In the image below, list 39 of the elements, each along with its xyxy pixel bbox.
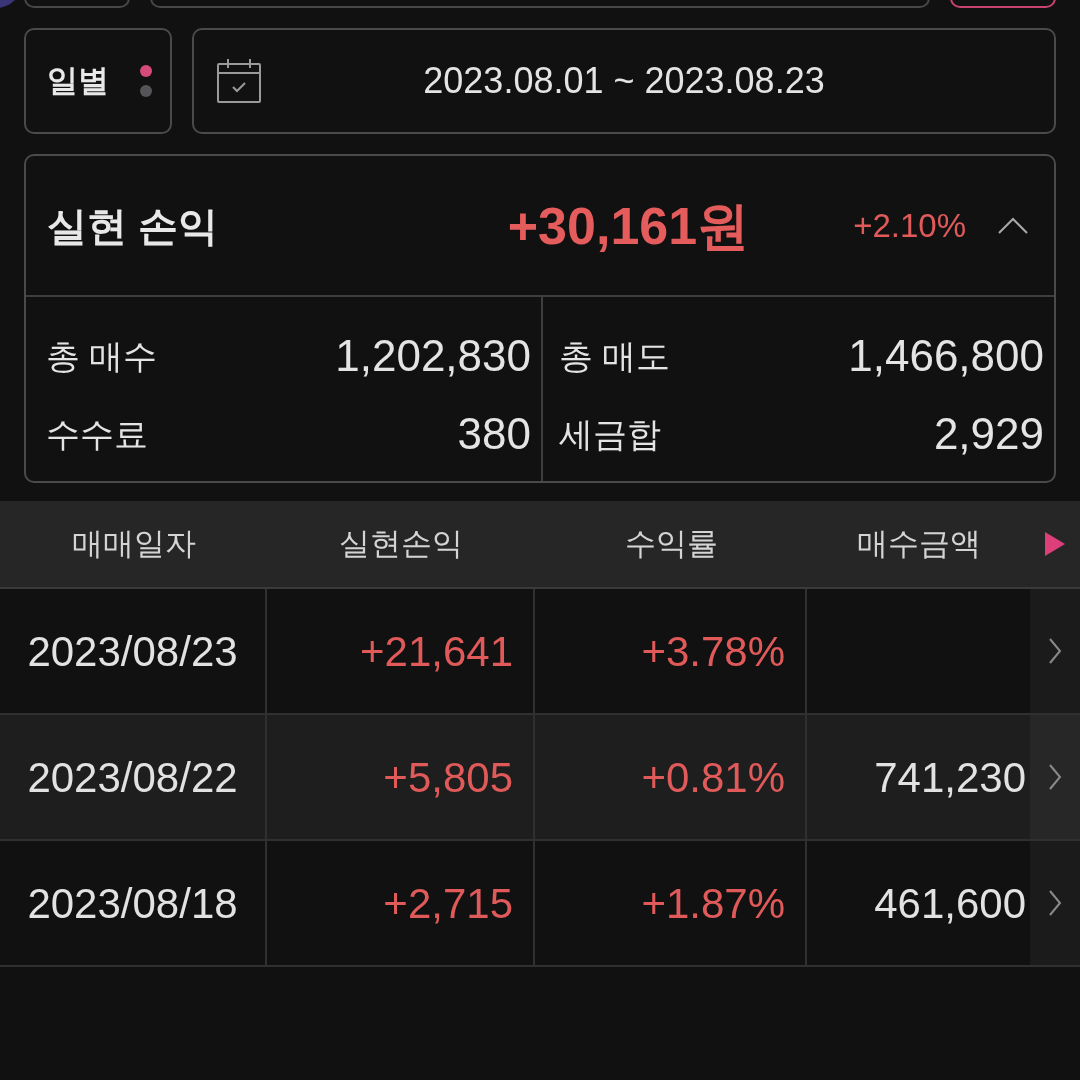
date-range-text: 2023.08.01 ~ 2023.08.23 xyxy=(423,59,825,103)
rate-value: +0.81% xyxy=(641,752,786,803)
period-label: 일별 xyxy=(47,61,109,100)
profit-rate: +2.10% xyxy=(853,205,966,246)
calendar-icon xyxy=(216,58,262,104)
amount-value: 461,600 xyxy=(874,878,1027,929)
chevron-right-icon[interactable] xyxy=(1048,763,1062,791)
summary-value: 1,202,830 xyxy=(335,330,531,382)
triangle-right-icon[interactable] xyxy=(1044,531,1066,557)
date-text: 2023/08/22 xyxy=(27,752,238,803)
profit-value: +2,715 xyxy=(383,878,514,929)
table-row[interactable]: 2023/08/23 +21,641 +3.78% xyxy=(0,589,1080,715)
rate-value: +1.87% xyxy=(641,878,786,929)
date-text: 2023/08/23 xyxy=(27,626,238,677)
column-header: 수익률 xyxy=(624,524,718,563)
table-row[interactable]: 2023/08/22 +5,805 +0.81% 741,230 xyxy=(0,715,1080,841)
summary-title: 실현 손익 xyxy=(47,202,219,250)
column-header: 매수금액 xyxy=(856,524,981,563)
profit-value: +5,805 xyxy=(383,752,514,803)
summary-label: 수수료 xyxy=(46,413,148,455)
column-header: 실현손익 xyxy=(339,524,463,563)
period-selector[interactable]: 일별 xyxy=(24,28,172,134)
summary-label: 세금합 xyxy=(559,413,661,455)
column-header: 매매일자 xyxy=(71,524,196,563)
summary-value: 1,466,800 xyxy=(848,330,1044,382)
amount-value: 741,230 xyxy=(874,752,1027,803)
chevron-right-icon[interactable] xyxy=(1048,637,1062,665)
chevron-right-icon[interactable] xyxy=(1048,889,1062,917)
profit-amount: +30,161원 xyxy=(507,195,750,257)
summary-value: 2,929 xyxy=(933,408,1044,460)
summary-label: 총 매수 xyxy=(46,335,158,377)
date-text: 2023/08/18 xyxy=(27,878,238,929)
rate-value: +3.78% xyxy=(641,626,786,677)
summary-value: 380 xyxy=(457,408,531,460)
date-range-field[interactable]: 2023.08.01 ~ 2023.08.23 xyxy=(192,28,1056,134)
summary-label: 총 매도 xyxy=(559,335,671,377)
profit-value: +21,641 xyxy=(360,626,514,677)
chevron-up-icon[interactable] xyxy=(998,216,1028,235)
table-row[interactable]: 2023/08/18 +2,715 +1.87% 461,600 xyxy=(0,841,1080,967)
